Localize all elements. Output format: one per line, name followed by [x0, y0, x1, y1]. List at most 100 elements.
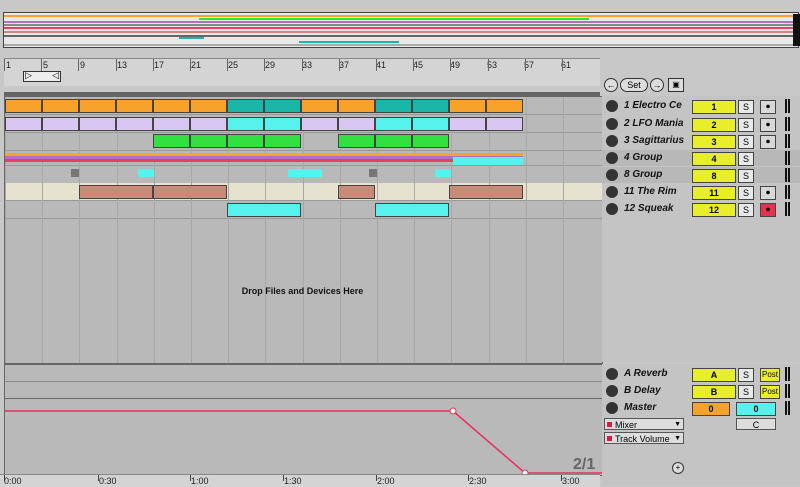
- post-button[interactable]: Post: [760, 368, 780, 382]
- clip[interactable]: [79, 99, 116, 113]
- solo-button[interactable]: S: [738, 368, 754, 382]
- track-name[interactable]: 8 Group: [624, 169, 662, 180]
- solo-button[interactable]: S: [738, 100, 754, 114]
- track-header-2[interactable]: 2 LFO Mania 2 S ⏺: [602, 116, 800, 132]
- clip[interactable]: [486, 99, 523, 113]
- track-fold-button[interactable]: [606, 402, 618, 414]
- master-lane[interactable]: [4, 398, 603, 476]
- track-name[interactable]: 11 The Rim: [624, 186, 677, 197]
- clip[interactable]: [116, 99, 153, 113]
- track-activator[interactable]: 12: [692, 203, 736, 217]
- return-header-b[interactable]: B Delay B S Post: [602, 383, 800, 399]
- solo-button[interactable]: S: [738, 186, 754, 200]
- track-fold-button[interactable]: [606, 203, 618, 215]
- track-fold-button[interactable]: [606, 135, 618, 147]
- clip[interactable]: [301, 117, 338, 131]
- track-header-3[interactable]: 3 Sagittarius 3 S ⏺: [602, 133, 800, 149]
- post-button[interactable]: Post: [760, 385, 780, 399]
- solo-button[interactable]: S: [738, 118, 754, 132]
- loop-bar[interactable]: [4, 71, 600, 86]
- track-name[interactable]: 2 LFO Mania: [624, 118, 683, 129]
- clip[interactable]: [338, 185, 375, 199]
- arm-button[interactable]: ⏺: [760, 203, 776, 217]
- clip[interactable]: [79, 185, 153, 199]
- master-pan[interactable]: 0: [736, 402, 776, 416]
- clip[interactable]: [116, 117, 153, 131]
- automation-envelope[interactable]: [5, 399, 602, 475]
- clip[interactable]: [153, 134, 190, 148]
- clip[interactable]: [449, 185, 523, 199]
- clip[interactable]: [190, 134, 227, 148]
- track-name[interactable]: 1 Electro Ce: [624, 100, 682, 111]
- arrangement-view[interactable]: [4, 96, 603, 364]
- returns-lane[interactable]: [4, 364, 603, 400]
- track-name[interactable]: B Delay: [624, 385, 661, 396]
- clip[interactable]: [190, 117, 227, 131]
- device-chooser[interactable]: Mixer ▼: [604, 418, 684, 430]
- solo-button[interactable]: S: [738, 203, 754, 217]
- track-header-8[interactable]: 8 Group 8 S: [602, 167, 800, 183]
- clip[interactable]: [227, 99, 264, 113]
- clip[interactable]: [227, 117, 264, 131]
- master-name[interactable]: Master: [624, 402, 656, 413]
- track-activator[interactable]: 11: [692, 186, 736, 200]
- time-ruler[interactable]: 0:00 0:30 1:00 1:30 2:00 2:30 3:00: [0, 474, 600, 487]
- clip[interactable]: [5, 99, 42, 113]
- track-name[interactable]: 3 Sagittarius: [624, 135, 684, 146]
- clip[interactable]: [375, 99, 412, 113]
- clip[interactable]: [153, 117, 190, 131]
- track-fold-button[interactable]: [606, 118, 618, 130]
- clip[interactable]: [375, 117, 412, 131]
- track-name[interactable]: 4 Group: [624, 152, 662, 163]
- track-activator[interactable]: 3: [692, 135, 736, 149]
- beat-ruler[interactable]: 1 5 9 13 17 21 25 29 33 37 41 45 49 53 5…: [4, 58, 600, 72]
- arm-button[interactable]: ⏺: [760, 118, 776, 132]
- return-header-a[interactable]: A Reverb A S Post: [602, 366, 800, 382]
- track-fold-button[interactable]: [606, 368, 618, 380]
- next-locator-button[interactable]: →: [650, 78, 664, 92]
- track-fold-button[interactable]: [606, 385, 618, 397]
- track-activator[interactable]: 4: [692, 152, 736, 166]
- set-locator-button[interactable]: Set: [620, 78, 648, 92]
- overview-scrollbar[interactable]: [793, 14, 800, 46]
- parameter-chooser[interactable]: Track Volume ▼: [604, 432, 684, 444]
- clip[interactable]: [264, 117, 301, 131]
- track-activator[interactable]: A: [692, 368, 736, 382]
- clip[interactable]: [5, 117, 42, 131]
- clip[interactable]: [264, 99, 301, 113]
- track-activator[interactable]: 2: [692, 118, 736, 132]
- clip[interactable]: [153, 185, 227, 199]
- clip[interactable]: [338, 117, 375, 131]
- track-fold-button[interactable]: [606, 100, 618, 112]
- clip[interactable]: [301, 99, 338, 113]
- arm-button[interactable]: ⏺: [760, 100, 776, 114]
- solo-button[interactable]: S: [738, 385, 754, 399]
- clip[interactable]: [79, 117, 116, 131]
- prev-locator-button[interactable]: ←: [604, 78, 618, 92]
- track-activator[interactable]: 1: [692, 100, 736, 114]
- track-header-11[interactable]: 11 The Rim 11 S ⏺: [602, 184, 800, 200]
- clip[interactable]: [190, 99, 227, 113]
- clip[interactable]: [486, 117, 523, 131]
- clip[interactable]: [338, 134, 375, 148]
- loop-brace[interactable]: ▷ ◁: [23, 70, 61, 82]
- add-icon[interactable]: +: [672, 462, 684, 474]
- clip[interactable]: [375, 203, 449, 217]
- clip[interactable]: [449, 99, 486, 113]
- track-header-1[interactable]: 1 Electro Ce 1 S ⏺: [602, 98, 800, 114]
- clip[interactable]: [412, 117, 449, 131]
- clip[interactable]: [42, 117, 79, 131]
- clip[interactable]: [375, 134, 412, 148]
- track-fold-button[interactable]: [606, 152, 618, 164]
- clip[interactable]: [412, 99, 449, 113]
- master-header[interactable]: Master 0 0: [602, 400, 800, 416]
- clip[interactable]: [449, 117, 486, 131]
- clip[interactable]: [42, 99, 79, 113]
- overview-panel[interactable]: [3, 12, 799, 48]
- solo-button[interactable]: S: [738, 152, 754, 166]
- pan-mode[interactable]: C: [736, 418, 776, 430]
- track-name[interactable]: A Reverb: [624, 368, 668, 379]
- clip[interactable]: [153, 99, 190, 113]
- track-fold-button[interactable]: [606, 169, 618, 181]
- arrangement-overview[interactable]: [0, 0, 800, 54]
